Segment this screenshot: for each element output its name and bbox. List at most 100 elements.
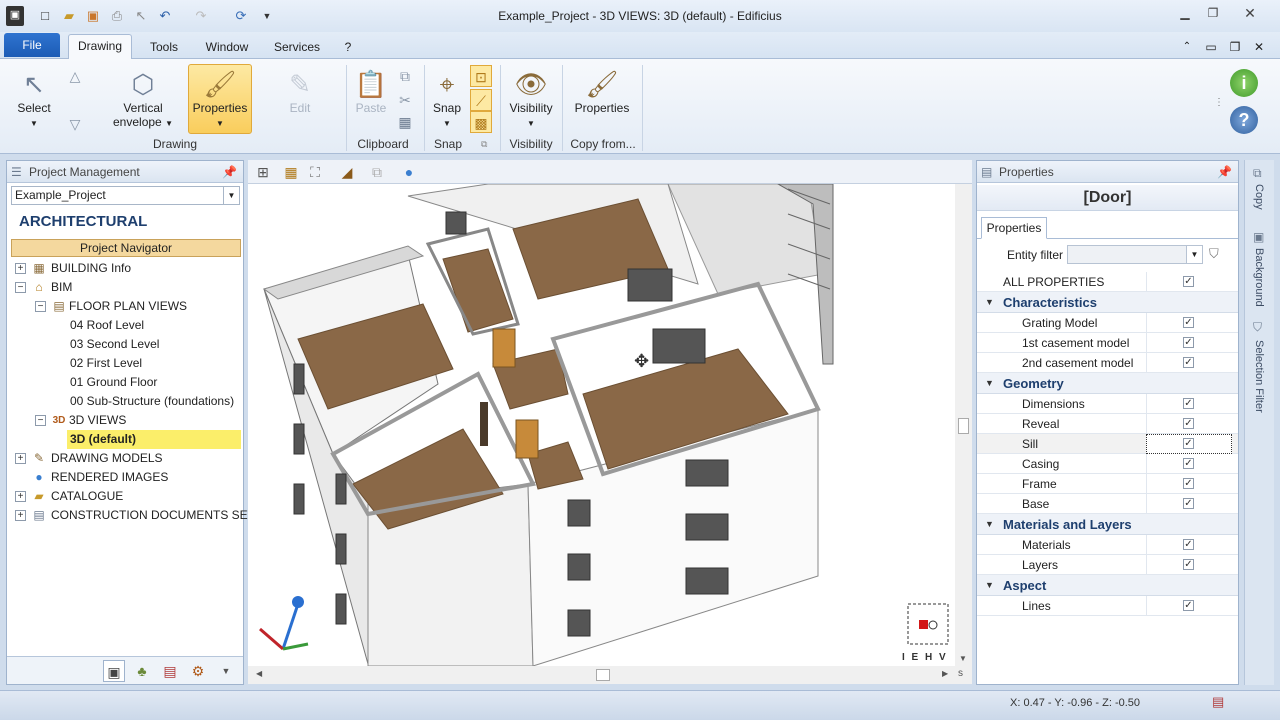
globe-icon[interactable]: ● <box>398 161 420 183</box>
background-tab-icon[interactable]: ▣ <box>1253 230 1264 244</box>
tree-item-construction-documents[interactable]: + ▤ CONSTRUCTION DOCUMENTS SET <box>7 506 255 525</box>
vertical-scrollbar[interactable]: ▼ <box>955 184 972 666</box>
section-icon[interactable]: ◢ <box>336 161 358 183</box>
collapse-icon[interactable]: − <box>35 415 46 426</box>
checkbox[interactable]: ✓ <box>1183 276 1194 287</box>
checkbox[interactable]: ✓ <box>1183 478 1194 489</box>
copy-properties-button[interactable]: 🖌 Properties <box>568 67 636 115</box>
copy-view-icon[interactable]: ⧉ <box>366 161 388 183</box>
copy-icon[interactable]: ⧉ <box>394 65 416 87</box>
tree-item-roof-level[interactable]: 04 Roof Level <box>7 316 243 335</box>
property-row-all[interactable]: ALL PROPERTIES ✓ <box>977 272 1238 292</box>
checkbox[interactable]: ✓ <box>1183 600 1194 611</box>
property-row-casing[interactable]: Casing ✓ <box>977 454 1238 474</box>
checkbox[interactable]: ✓ <box>1183 337 1194 348</box>
expand-icon[interactable]: + <box>15 453 26 464</box>
tree-item-ground-floor[interactable]: 01 Ground Floor <box>7 373 243 392</box>
project-select[interactable]: Example_Project ▼ <box>11 186 240 205</box>
tree-item-sub-structure[interactable]: 00 Sub-Structure (foundations) <box>7 392 243 411</box>
checkbox[interactable]: ✓ <box>1183 418 1194 429</box>
project-navigator-header[interactable]: Project Navigator <box>11 239 241 257</box>
cut-icon[interactable]: ✂ <box>394 89 416 111</box>
tab-services[interactable]: Services <box>266 36 328 58</box>
snap-button[interactable]: ⌖ Snap ▼ <box>426 67 468 129</box>
objects-icon[interactable]: ♣ <box>131 660 153 682</box>
snap-grid-icon[interactable]: ▩ <box>470 111 492 133</box>
checkbox[interactable]: ✓ <box>1183 539 1194 550</box>
horizontal-scroll-thumb[interactable] <box>596 669 610 681</box>
scroll-right-icon[interactable]: ▶ <box>942 669 948 678</box>
tree-item-3d-default[interactable]: 3D (default) <box>67 430 241 449</box>
maximize-icon[interactable]: ❐ <box>1200 4 1226 22</box>
property-row-2nd-casement[interactable]: 2nd casement model ✓ <box>977 353 1238 373</box>
tree-item-3d-views[interactable]: − 3D 3D VIEWS <box>7 411 243 430</box>
report-icon[interactable]: ▤ <box>159 660 181 682</box>
copy-tab-icon[interactable]: ⧉ <box>1253 166 1262 181</box>
horizontal-scrollbar[interactable]: ◀ ▶ s <box>248 666 972 684</box>
entity-filter-select[interactable]: ▼ <box>1067 245 1203 264</box>
selection-filter-tab-icon[interactable]: ⛉ <box>1253 320 1262 335</box>
collapse-icon[interactable]: − <box>35 301 46 312</box>
close-icon[interactable]: ✕ <box>1232 4 1268 22</box>
property-row-1st-casement[interactable]: 1st casement model ✓ <box>977 333 1238 353</box>
tree-item-drawing-models[interactable]: + ✎ DRAWING MODELS <box>7 449 243 468</box>
tab-window[interactable]: Window <box>198 36 256 58</box>
select-button[interactable]: ↖ Select ▼ <box>8 67 60 129</box>
navigator-icon[interactable]: ▣ <box>103 660 125 682</box>
tab-tools[interactable]: Tools <box>140 36 188 58</box>
doc-restore-icon[interactable]: ❐ <box>1224 36 1246 58</box>
pin-icon[interactable]: 📌 <box>1217 161 1232 183</box>
doc-minimize-icon[interactable]: ▭ <box>1200 36 1222 58</box>
tree-item-first-level[interactable]: 02 First Level <box>7 354 243 373</box>
checkbox[interactable]: ✓ <box>1183 458 1194 469</box>
render-icon[interactable]: ▦ <box>280 161 302 183</box>
zoom-extents-icon[interactable]: ⛶ <box>304 161 326 183</box>
chevron-down-icon[interactable]: ▼ <box>223 187 239 204</box>
expand-icon[interactable]: + <box>15 263 26 274</box>
category-characteristics[interactable]: ▼ Characteristics <box>977 292 1238 313</box>
split-icon[interactable]: s <box>958 668 963 679</box>
collapse-arrow-icon[interactable]: ▼ <box>985 575 994 596</box>
status-tool-icon[interactable]: ▤ <box>1212 694 1224 710</box>
collapse-arrow-icon[interactable]: ▼ <box>985 292 994 313</box>
checkbox[interactable]: ✓ <box>1183 398 1194 409</box>
collapse-arrow-icon[interactable]: ▼ <box>985 514 994 535</box>
scroll-down-icon[interactable]: ▼ <box>959 654 967 663</box>
up-arrow-icon[interactable]: △ <box>64 65 86 87</box>
dialog-launcher-icon[interactable]: ⧉ <box>481 139 487 150</box>
collapse-arrow-icon[interactable]: ▼ <box>985 373 994 394</box>
property-row-base[interactable]: Base ✓ <box>977 494 1238 514</box>
category-aspect[interactable]: ▼ Aspect <box>977 575 1238 596</box>
property-row-frame[interactable]: Frame ✓ <box>977 474 1238 494</box>
tab-selection-filter[interactable]: Selection Filter <box>1253 340 1265 413</box>
file-menu[interactable]: File <box>4 33 60 57</box>
down-arrow-icon[interactable]: ▽ <box>64 113 86 135</box>
property-row-lines[interactable]: Lines ✓ <box>977 596 1238 616</box>
paste-special-icon[interactable]: ▦ <box>394 111 416 133</box>
visibility-button[interactable]: 👁 Visibility ▼ <box>504 67 558 129</box>
chevron-down-icon[interactable]: ▼ <box>1186 246 1202 263</box>
tree-item-catalogue[interactable]: + ▰ CATALOGUE <box>7 487 243 506</box>
checkbox[interactable]: ✓ <box>1183 438 1194 449</box>
expand-icon[interactable]: + <box>15 510 26 521</box>
info-icon[interactable]: i <box>1230 69 1258 97</box>
property-row-dimensions[interactable]: Dimensions ✓ <box>977 394 1238 414</box>
tree-item-rendered-images[interactable]: ● RENDERED IMAGES <box>7 468 243 487</box>
tab-help[interactable]: ? <box>338 36 358 58</box>
paste-button[interactable]: 📋 Paste <box>350 67 392 115</box>
tab-copy[interactable]: Copy <box>1253 184 1265 210</box>
settings-icon[interactable]: ⚙ <box>187 660 209 682</box>
scroll-left-icon[interactable]: ◀ <box>256 669 262 678</box>
tree-item-floor-plan-views[interactable]: − ▤ FLOOR PLAN VIEWS <box>7 297 243 316</box>
tab-drawing[interactable]: Drawing <box>68 34 132 59</box>
vertical-scroll-thumb[interactable] <box>958 418 969 434</box>
snap-endpoint-icon[interactable]: ⊡ <box>470 65 492 87</box>
tree-item-bim[interactable]: − ⌂ BIM <box>7 278 243 297</box>
category-geometry[interactable]: ▼ Geometry <box>977 373 1238 394</box>
tab-background[interactable]: Background <box>1253 248 1265 307</box>
tree-item-second-level[interactable]: 03 Second Level <box>7 335 243 354</box>
3d-viewport[interactable]: ✥ I E H V <box>248 184 955 666</box>
snap-line-icon[interactable]: ⟋ <box>470 89 492 111</box>
tree-item-building-info[interactable]: + ▦ BUILDING Info <box>7 259 243 278</box>
checkbox[interactable]: ✓ <box>1183 317 1194 328</box>
